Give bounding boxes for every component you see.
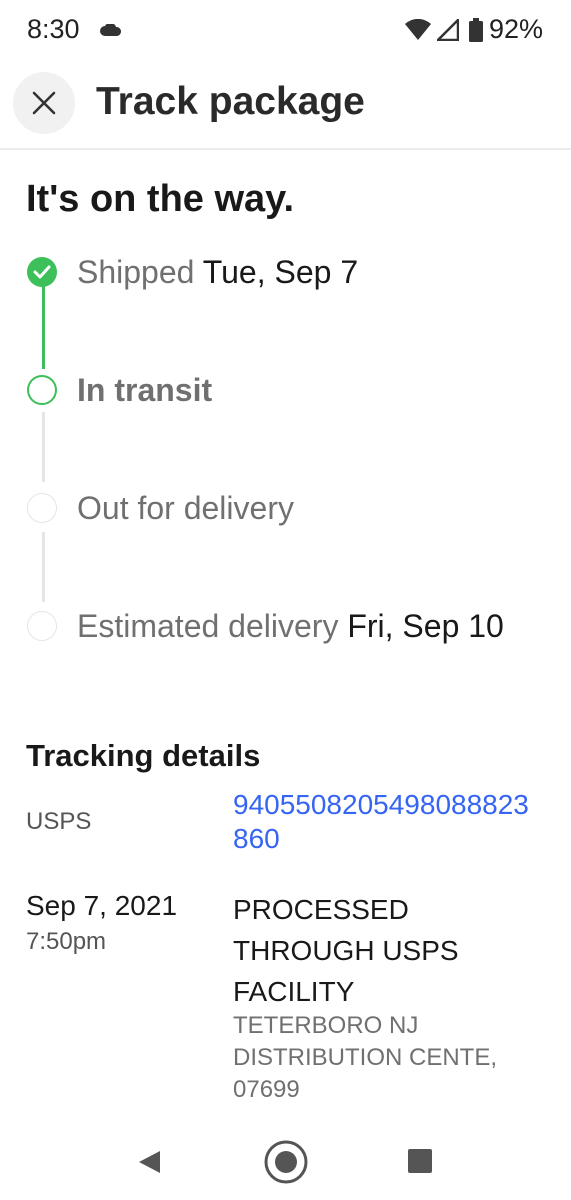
step-label: In transit [77, 372, 213, 408]
step-label: Out for delivery [77, 490, 294, 526]
step-date: Tue, Sep 7 [202, 254, 359, 290]
event-location: TETERBORO NJ DISTRIBUTION CENTE, 07699 [233, 1012, 498, 1103]
system-nav-bar [0, 1125, 571, 1200]
checkmark-icon [33, 265, 51, 279]
timeline-connector-pending [42, 532, 45, 602]
step-done-indicator [27, 257, 57, 287]
carrier-name: USPS [26, 808, 92, 835]
wifi-icon [404, 18, 431, 40]
recents-icon[interactable] [408, 1149, 432, 1173]
status-bar: 8:30 92% [0, 0, 571, 62]
page-title: Track package [96, 80, 365, 123]
delivery-headline: It's on the way. [26, 178, 295, 220]
tracking-details-title: Tracking details [26, 738, 261, 773]
home-icon[interactable] [263, 1139, 309, 1185]
event-status: PROCESSED THROUGH USPS FACILITY [233, 894, 459, 1007]
battery-percent: 92% [488, 14, 543, 44]
event-time: 7:50pm [26, 928, 107, 955]
step-date: Fri, Sep 10 [347, 608, 504, 644]
step-pending-indicator [27, 493, 57, 523]
app-header: Track package [0, 62, 571, 150]
timeline-connector-done [42, 285, 45, 369]
status-icons: 92% [404, 14, 543, 45]
timeline-step-estimated-delivery: Estimated delivery Fri, Sep 10 [77, 608, 504, 645]
step-pending-indicator [27, 611, 57, 641]
timeline-step-in-transit: In transit [77, 372, 212, 409]
track-package-screen: 8:30 92% Track package It's on the way. … [0, 0, 571, 1200]
timeline-connector-pending [42, 412, 45, 482]
close-button[interactable] [13, 72, 75, 134]
cloud-icon [100, 24, 122, 36]
step-current-indicator [27, 375, 57, 405]
timeline-step-out-for-delivery: Out for delivery [77, 490, 294, 527]
step-label: Estimated delivery [77, 608, 339, 644]
status-time: 8:30 [27, 14, 80, 44]
tracking-number-link[interactable]: 9405508205498088823860 [233, 788, 533, 856]
signal-icon [436, 18, 459, 41]
back-icon[interactable] [136, 1149, 162, 1175]
close-icon [32, 91, 56, 115]
event-date: Sep 7, 2021 [26, 890, 178, 921]
step-label: Shipped [77, 254, 195, 290]
battery-icon [468, 17, 483, 42]
timeline-step-shipped: Shipped Tue, Sep 7 [77, 254, 358, 291]
